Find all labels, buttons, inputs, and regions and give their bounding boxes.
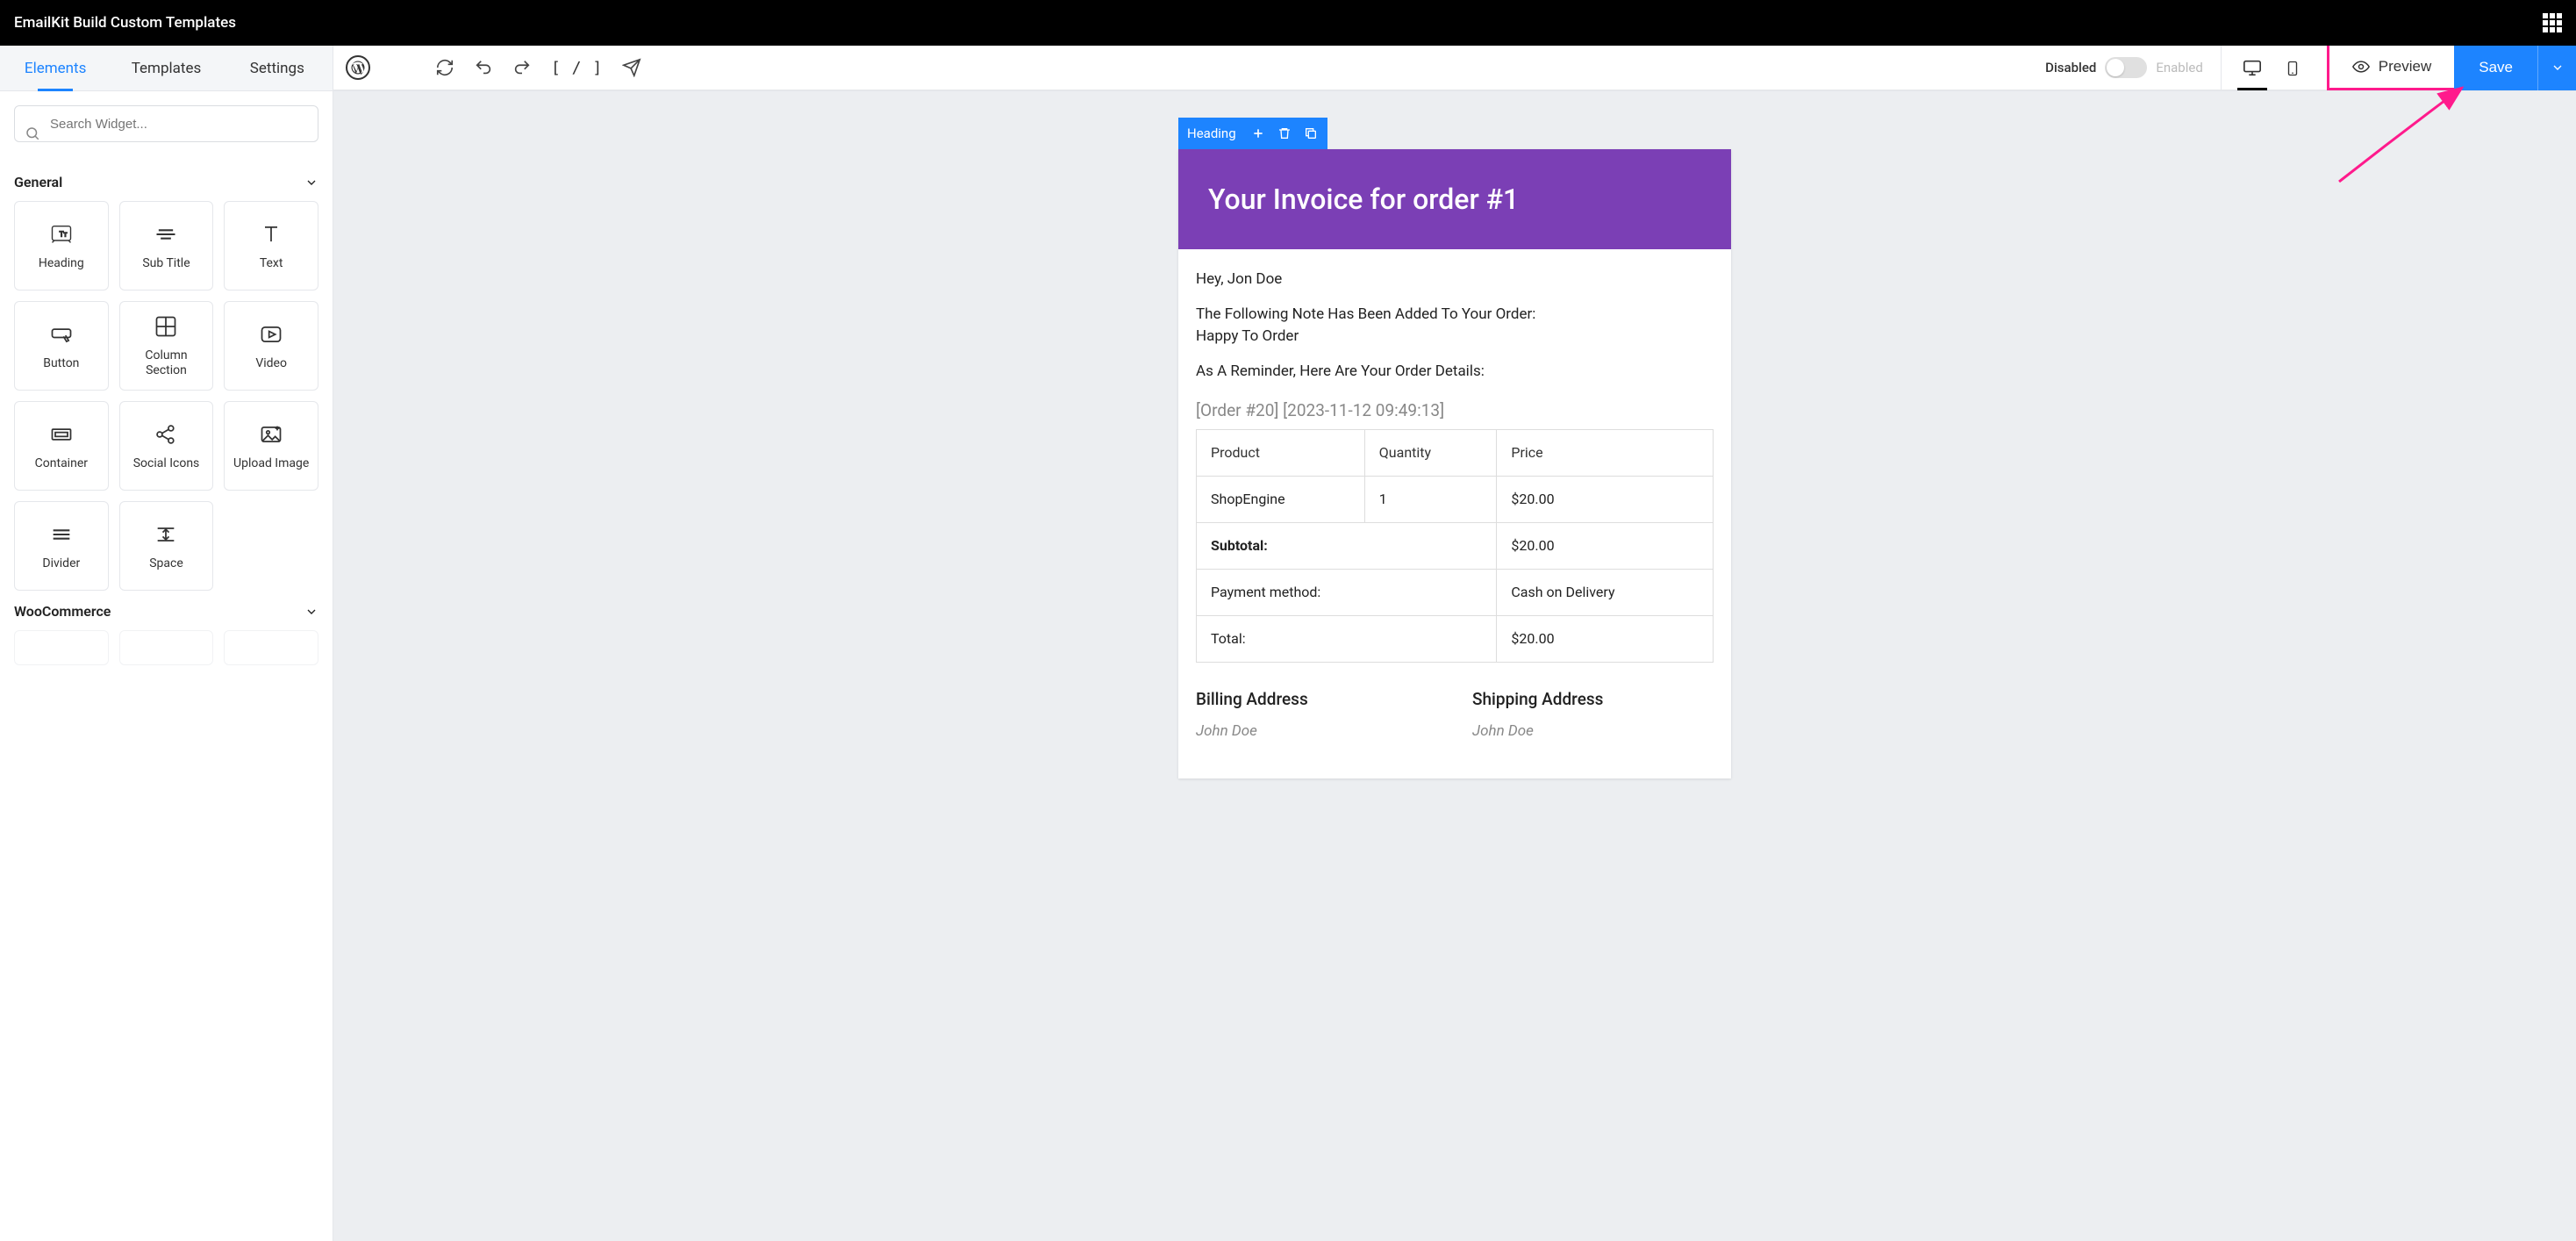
block-toolbar: Heading — [1178, 118, 1327, 149]
search-widget-input[interactable] — [14, 105, 318, 142]
text-icon — [258, 221, 284, 247]
video-icon — [258, 321, 284, 348]
section-title-woocommerce: WooCommerce — [14, 603, 111, 620]
table-row: ShopEngine 1 $20.00 — [1197, 476, 1714, 522]
divider-icon — [48, 521, 75, 548]
tab-elements[interactable]: Elements — [0, 46, 111, 90]
address-row: Billing Address John Doe Shipping Addres… — [1196, 687, 1714, 743]
billing-title: Billing Address — [1196, 687, 1437, 713]
sidebar-tabs: Elements Templates Settings — [0, 46, 333, 91]
add-block-icon[interactable] — [1250, 126, 1266, 141]
enable-toggle[interactable] — [2105, 57, 2147, 78]
refresh-icon[interactable] — [435, 58, 454, 77]
widget-upload-image[interactable]: Upload Image — [224, 401, 318, 491]
search-icon — [25, 126, 40, 141]
redo-icon[interactable] — [512, 58, 532, 77]
order-table: Product Quantity Price ShopEngine 1 $20.… — [1196, 429, 1714, 663]
billing-address-col: Billing Address John Doe — [1196, 687, 1437, 743]
table-row: Total: $20.00 — [1197, 615, 1714, 662]
enable-toggle-group: Disabled Enabled — [2045, 57, 2203, 78]
canvas-area[interactable]: Heading Your Invoice for order #1 Hey, J… — [333, 91, 2576, 1241]
save-dropdown-button[interactable] — [2537, 46, 2576, 90]
apps-grid-icon[interactable] — [2543, 13, 2562, 32]
section-header-woocommerce[interactable]: WooCommerce — [14, 603, 318, 620]
widget-heading[interactable]: Tт Heading — [14, 201, 109, 291]
editor-toolbar: [ / ] Disabled Enabled Prev — [333, 46, 2576, 91]
section-title-general: General — [14, 174, 62, 190]
space-icon — [153, 521, 179, 548]
order-meta: [Order #20] [2023-11-12 09:49:13] — [1196, 398, 1714, 424]
chevron-down-icon — [304, 176, 318, 190]
shipping-name: John Doe — [1472, 721, 1714, 743]
invoice-note: The Following Note Has Been Added To You… — [1196, 304, 1714, 348]
chevron-down-icon — [304, 605, 318, 619]
tab-templates[interactable]: Templates — [111, 46, 221, 90]
preview-button[interactable]: Preview — [2327, 46, 2454, 90]
section-header-general[interactable]: General — [14, 174, 318, 190]
undo-icon[interactable] — [474, 58, 493, 77]
table-row: Payment method: Cash on Delivery — [1197, 569, 1714, 615]
widget-container[interactable]: Container — [14, 401, 109, 491]
block-toolbar-label: Heading — [1187, 126, 1240, 141]
social-icons-icon — [153, 421, 179, 448]
shipping-address-col: Shipping Address John Doe — [1472, 687, 1714, 743]
invoice-body[interactable]: Hey, Jon Doe The Following Note Has Been… — [1178, 249, 1731, 778]
widget-placeholder[interactable] — [14, 630, 109, 665]
app-title: EmailKit Build Custom Templates — [14, 14, 236, 32]
widget-grid-general: Tт Heading Sub Title Text Button — [14, 201, 318, 591]
sidebar: Elements Templates Settings General Tт H… — [0, 46, 333, 1241]
upload-image-icon — [258, 421, 284, 448]
desktop-device-icon[interactable] — [2241, 58, 2264, 77]
widget-button[interactable]: Button — [14, 301, 109, 391]
invoice-heading-block[interactable]: Your Invoice for order #1 — [1178, 149, 1731, 249]
invoice-reminder: As A Reminder, Here Are Your Order Detai… — [1196, 361, 1714, 384]
table-row: Subtotal: $20.00 — [1197, 522, 1714, 569]
widget-video[interactable]: Video — [224, 301, 318, 391]
button-icon — [48, 321, 75, 348]
column-section-icon — [153, 313, 179, 340]
widget-placeholder[interactable] — [224, 630, 318, 665]
svg-text:Tт: Tт — [59, 229, 67, 238]
container-icon — [48, 421, 75, 448]
wordpress-logo-icon[interactable] — [346, 55, 370, 80]
invoice-greeting: Hey, Jon Doe — [1196, 269, 1714, 291]
duplicate-block-icon[interactable] — [1303, 126, 1319, 141]
widget-subtitle[interactable]: Sub Title — [119, 201, 214, 291]
widget-social-icons[interactable]: Social Icons — [119, 401, 214, 491]
mobile-device-icon[interactable] — [2285, 58, 2308, 77]
tab-settings[interactable]: Settings — [222, 46, 333, 90]
shortcode-icon[interactable]: [ / ] — [551, 59, 603, 77]
eye-icon — [2352, 58, 2370, 75]
widget-space[interactable]: Space — [119, 501, 214, 591]
heading-icon: Tт — [48, 221, 75, 247]
widget-grid-woocommerce — [14, 630, 318, 665]
widget-placeholder[interactable] — [119, 630, 214, 665]
delete-block-icon[interactable] — [1277, 126, 1292, 141]
email-canvas[interactable]: Heading Your Invoice for order #1 Hey, J… — [1178, 149, 1731, 778]
send-icon[interactable] — [622, 58, 641, 77]
toggle-disabled-label: Disabled — [2045, 60, 2096, 75]
table-header-row: Product Quantity Price — [1197, 429, 1714, 476]
widget-divider[interactable]: Divider — [14, 501, 109, 591]
save-button[interactable]: Save — [2454, 46, 2537, 90]
app-topbar: EmailKit Build Custom Templates — [0, 0, 2576, 46]
shipping-title: Shipping Address — [1472, 687, 1714, 713]
widget-text[interactable]: Text — [224, 201, 318, 291]
billing-name: John Doe — [1196, 721, 1437, 743]
widget-column-section[interactable]: Column Section — [119, 301, 214, 391]
subtitle-icon — [153, 221, 179, 247]
toggle-enabled-label: Enabled — [2156, 60, 2202, 75]
